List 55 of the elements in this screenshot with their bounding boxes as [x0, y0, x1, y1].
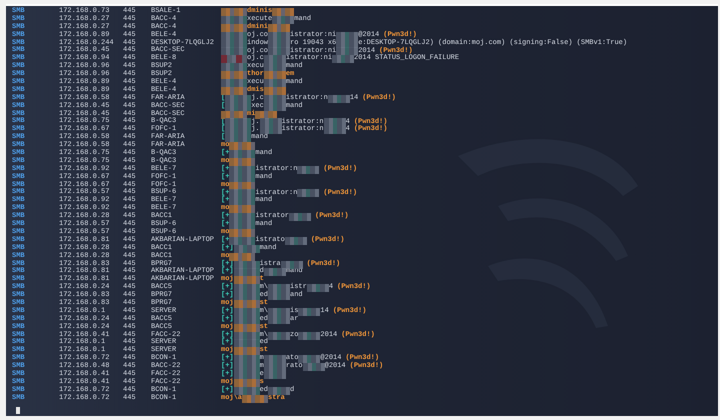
redacted-block	[225, 118, 252, 126]
redacted-block	[234, 284, 260, 292]
redacted-block	[268, 47, 290, 56]
redacted-block	[328, 94, 350, 103]
redacted-block	[221, 47, 247, 56]
redacted-block	[264, 71, 286, 80]
redacted-block	[324, 118, 346, 126]
redacted-block	[332, 55, 354, 64]
redacted-block	[255, 110, 278, 119]
redacted-block	[260, 118, 282, 126]
redacted-block	[234, 292, 260, 300]
redacted-block	[264, 55, 286, 64]
redacted-block	[284, 236, 307, 245]
redacted-block	[221, 63, 247, 72]
redacted-block	[268, 308, 290, 316]
redacted-block	[229, 252, 256, 261]
redacted-block	[336, 47, 358, 56]
redacted-block	[221, 71, 247, 80]
redacted-block	[268, 284, 290, 292]
redacted-block	[234, 355, 260, 364]
redacted-block	[234, 276, 260, 284]
redacted-block	[260, 126, 282, 134]
redacted-block	[306, 284, 329, 292]
redacted-block	[268, 292, 290, 300]
redacted-block	[229, 142, 256, 150]
redacted-block	[264, 268, 286, 276]
redacted-block	[298, 332, 320, 340]
redacted-block	[264, 355, 286, 364]
redacted-block	[242, 394, 268, 403]
redacted-block	[298, 308, 320, 316]
redacted-block	[221, 55, 247, 64]
redacted-block	[234, 339, 260, 348]
redacted-block	[297, 189, 320, 198]
redacted-block	[302, 363, 325, 372]
redacted-block	[268, 332, 290, 340]
redacted-block	[268, 386, 290, 395]
redacted-block	[229, 205, 256, 214]
redacted-block	[229, 189, 256, 198]
redacted-block	[229, 197, 256, 206]
redacted-block	[289, 213, 312, 222]
redacted-block	[336, 32, 358, 40]
redacted-block	[229, 221, 256, 230]
redacted-block	[225, 134, 252, 142]
terminal-cursor	[16, 407, 20, 414]
redacted-block	[264, 63, 286, 72]
redacted-block	[298, 355, 320, 364]
redacted-block	[297, 166, 320, 174]
redacted-block	[264, 79, 286, 88]
redacted-block	[229, 213, 256, 222]
redacted-block	[234, 347, 260, 356]
redacted-block	[229, 150, 256, 158]
redacted-block	[324, 126, 346, 134]
redacted-block	[268, 24, 290, 32]
redacted-block	[234, 268, 260, 276]
redacted-block	[221, 79, 247, 88]
